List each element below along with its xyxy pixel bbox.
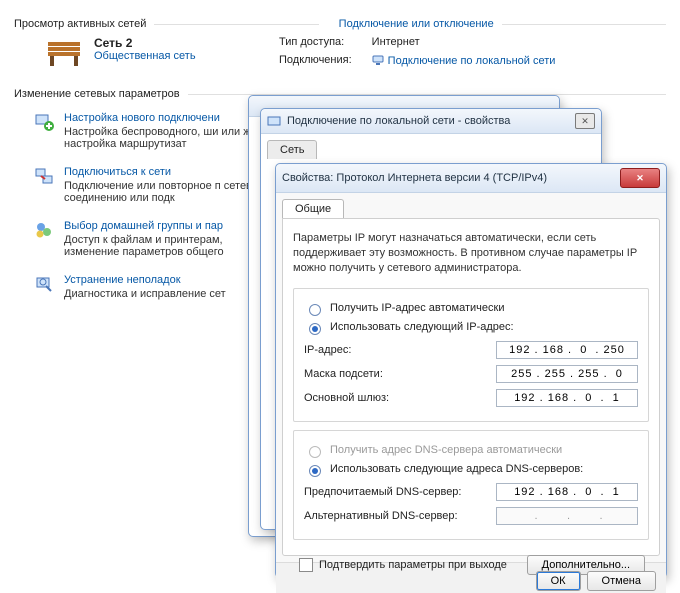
section-title: Просмотр активных сетей [14,18,146,30]
task-title: Настройка нового подключени [64,112,274,124]
task-desc: Диагностика и исправление сет [64,288,226,300]
subnet-mask-label: Маска подсети: [304,368,496,380]
alternate-dns-label: Альтернативный DNS-сервер: [304,510,496,522]
close-icon[interactable]: ✕ [620,168,660,188]
ip-address-label: IP-адрес: [304,344,496,356]
ip-group: Получить IP-адрес автоматически Использо… [293,288,649,422]
task-new-connection[interactable]: Настройка нового подключени Настройка бес… [14,106,274,160]
network-row: Сеть 2 Общественная сеть Тип доступа: По… [14,36,666,70]
task-desc: Подключение или повторное п сетевому сое… [64,180,274,204]
dns-group: Получить адрес DNS-сервера автоматически… [293,430,649,540]
task-troubleshoot[interactable]: Устранение неполадок Диагностика и исправ… [14,268,274,310]
close-icon[interactable]: ✕ [575,113,595,129]
homegroup-icon [34,220,54,240]
alternate-dns-input[interactable] [496,507,638,525]
lan-connection-link[interactable]: Подключение по локальной сети [388,55,556,67]
cancel-button[interactable]: Отмена [587,571,656,591]
gateway-input[interactable] [496,389,638,407]
confirm-on-exit-checkbox[interactable]: Подтвердить параметры при выходе [299,558,507,572]
window-title: Подключение по локальной сети - свойства [287,115,569,127]
preferred-dns-input[interactable] [496,483,638,501]
bench-icon [44,36,84,70]
divider [154,24,318,25]
divider [502,24,666,25]
tab-general[interactable]: Общие [282,199,344,218]
subnet-mask-input[interactable] [496,365,638,383]
titlebar[interactable]: Подключение по локальной сети - свойства… [261,109,601,134]
connect-disconnect-link[interactable]: Подключение или отключение [339,18,494,30]
network-center-background: Просмотр активных сетей Подключение или … [0,0,680,593]
preferred-dns-label: Предпочитаемый DNS-сервер: [304,486,496,498]
access-type-value: Интернет [372,36,556,48]
task-desc: Настройка беспроводного, ши или же настр… [64,126,274,150]
ip-address-input[interactable] [496,341,638,359]
connections-label: Подключения: [279,54,352,66]
task-desc: Доступ к файлам и принтерам, изменение п… [64,234,274,258]
radio-auto-dns: Получить адрес DNS-сервера автоматически [304,443,638,458]
monitor-icon [372,54,384,66]
task-title: Подключиться к сети [64,166,274,178]
troubleshoot-icon [34,274,54,294]
task-homegroup[interactable]: Выбор домашней группы и пар Доступ к файл… [14,214,274,268]
ok-button[interactable]: ОК [536,571,581,591]
radio-manual-ip[interactable]: Использовать следующий IP-адрес: [304,320,638,335]
titlebar[interactable]: Свойства: Протокол Интернета версии 4 (T… [276,164,666,193]
radio-auto-ip[interactable]: Получить IP-адрес автоматически [304,301,638,316]
network-connect-icon [34,166,54,186]
wizard-plus-icon [34,112,54,132]
access-type-label: Тип доступа: [279,36,352,48]
network-type-link[interactable]: Общественная сеть [94,50,196,62]
network-name: Сеть 2 [94,36,196,50]
section-active-networks: Просмотр активных сетей Подключение или … [14,18,666,30]
info-text: Параметры IP могут назначаться автоматич… [293,231,649,276]
task-title: Выбор домашней группы и пар [64,220,274,232]
task-connect-network[interactable]: Подключиться к сети Подключение или повто… [14,160,274,214]
network-card-icon [267,114,281,128]
window-title: Свойства: Протокол Интернета версии 4 (T… [282,172,614,184]
tab-network[interactable]: Сеть [267,140,317,159]
radio-manual-dns[interactable]: Использовать следующие адреса DNS-сервер… [304,462,638,477]
window-ipv4-properties: Свойства: Протокол Интернета версии 4 (T… [275,163,667,578]
task-title: Устранение неполадок [64,274,226,286]
section-title: Изменение сетевых параметров [14,88,180,100]
gateway-label: Основной шлюз: [304,392,496,404]
tab-panel-general: Параметры IP могут назначаться автоматич… [282,218,660,556]
